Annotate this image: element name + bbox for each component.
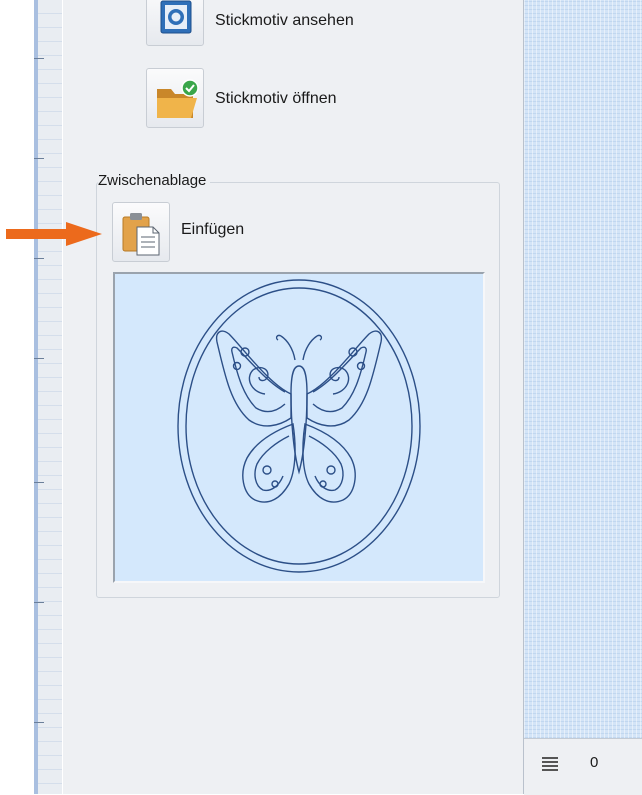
stitch-canvas[interactable] — [524, 0, 642, 738]
ruler-tick — [34, 58, 44, 59]
clipboard-preview — [113, 272, 485, 583]
view-embroidery-label[interactable]: Stickmotiv ansehen — [215, 12, 354, 30]
clipboard-group-title: Zwischenablage — [98, 172, 211, 189]
paste-clipboard-icon — [122, 213, 160, 256]
paste-label[interactable]: Einfügen — [181, 221, 244, 239]
left-ruler — [34, 0, 62, 794]
status-bar: 0 — [524, 738, 642, 795]
status-count: 0 — [590, 754, 599, 771]
open-embroidery-label[interactable]: Stickmotiv öffnen — [215, 90, 337, 108]
view-embroidery-icon — [160, 0, 192, 34]
ruler-tick — [34, 482, 44, 483]
stitch-list-icon — [542, 757, 558, 773]
open-embroidery-button[interactable] — [146, 68, 204, 128]
ruler-tick — [34, 258, 44, 259]
view-embroidery-button[interactable] — [146, 0, 204, 46]
ruler-tick — [34, 722, 44, 723]
paste-button[interactable] — [112, 202, 170, 262]
ruler-tick — [34, 358, 44, 359]
ruler-tick — [34, 158, 44, 159]
butterfly-embroidery-image — [177, 279, 421, 573]
ruler-tick — [34, 602, 44, 603]
open-folder-icon — [157, 79, 199, 118]
pointer-arrow — [6, 222, 102, 246]
